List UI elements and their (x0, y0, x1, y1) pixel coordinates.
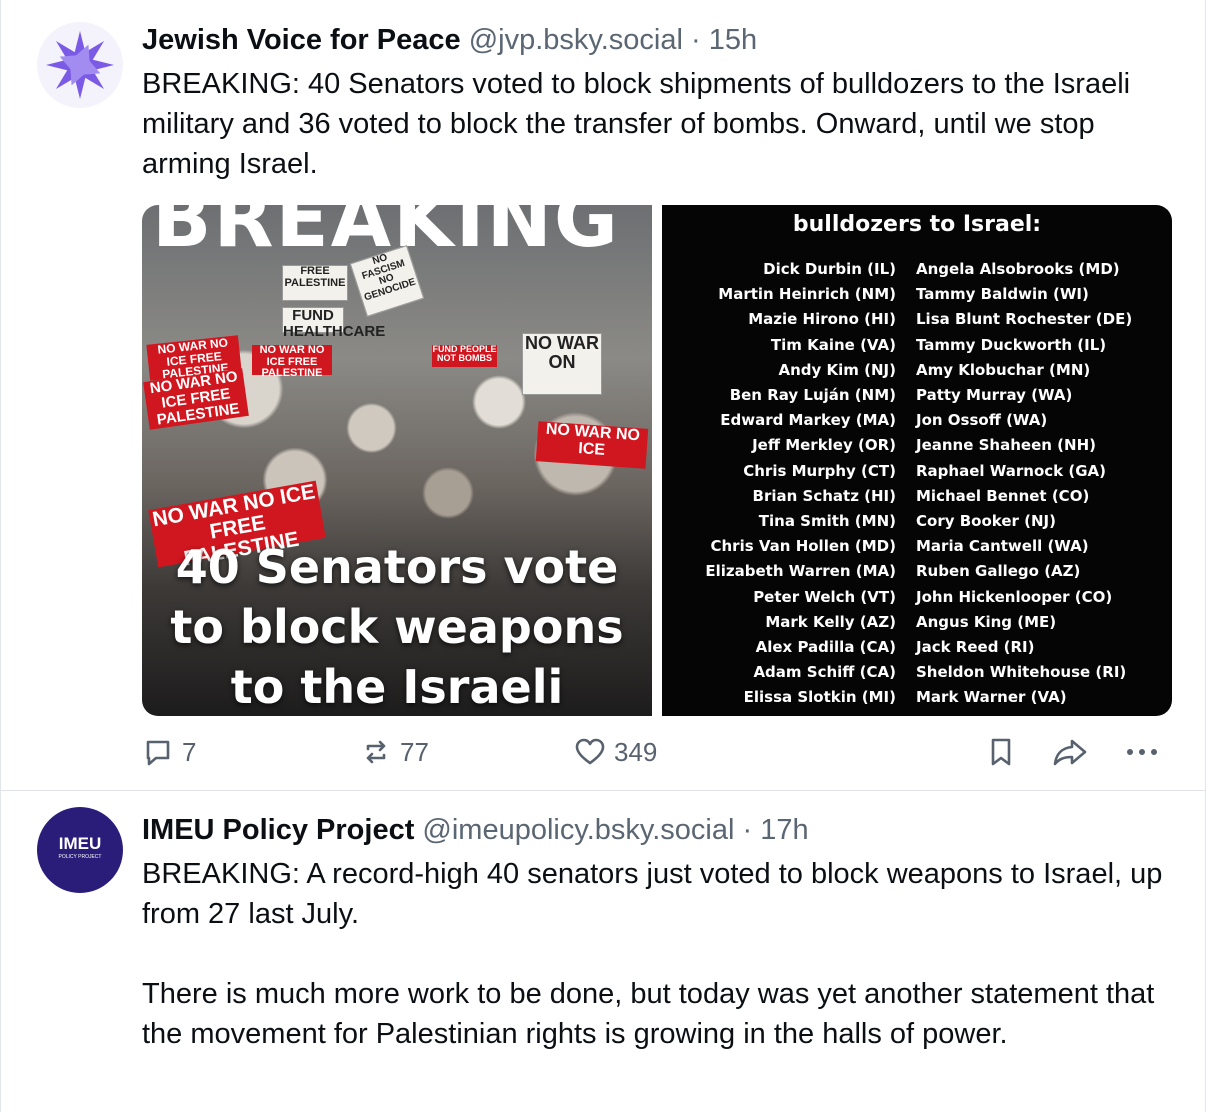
feed: Jewish Voice for Peace @jvp.bsky.social … (0, 0, 1206, 1112)
senators-right-column: Angela Alsobrooks (MD) Tammy Baldwin (WI)… (916, 257, 1166, 711)
more-options-button[interactable] (1124, 732, 1160, 772)
bookmark-icon (991, 738, 1011, 766)
post-imeu[interactable]: IMEU POLICY PROJECT IMEU Policy Project … (0, 791, 1206, 1112)
post-text: BREAKING: A record-high 40 senators just… (142, 858, 1163, 1050)
senator-name: Alex Padilla (CA) (755, 638, 896, 657)
senator-name: Jon Ossoff (WA) (916, 411, 1048, 430)
author-handle[interactable]: @imeupolicy.bsky.social (422, 814, 734, 846)
separator: · (691, 24, 701, 56)
post-time[interactable]: 17h (760, 814, 808, 846)
separator: · (742, 814, 753, 846)
post-media[interactable]: BREAKING NO WAR NO ICE FREE PALESTINE NO… (142, 205, 1172, 716)
author-handle[interactable]: @jvp.bsky.social (469, 24, 683, 56)
more-icon (1127, 749, 1157, 755)
senator-name: Jeanne Shaheen (NH) (916, 436, 1096, 455)
senator-name: Andy Kim (NJ) (778, 360, 897, 379)
protest-sign: FUND HEALTHCARE (282, 307, 386, 340)
post-text: BREAKING: 40 Senators voted to block shi… (142, 68, 1131, 180)
author-name[interactable]: IMEU Policy Project (142, 814, 414, 846)
bookmark-button[interactable] (986, 732, 1016, 772)
senator-name: Adam Schiff (CA) (753, 663, 896, 682)
post-time[interactable]: 15h (709, 24, 757, 56)
post-jvp[interactable]: Jewish Voice for Peace @jvp.bsky.social … (0, 0, 1206, 791)
senator-name: Amy Klobuchar (MN) (916, 360, 1091, 379)
senator-name: Jack Reed (RI) (916, 638, 1035, 657)
senator-name: Angela Alsobrooks (MD) (916, 260, 1120, 278)
senator-name: Martin Heinrich (NM) (718, 285, 896, 304)
like-button[interactable]: 349 (574, 732, 657, 772)
post-header: Jewish Voice for Peace @jvp.bsky.social … (142, 22, 757, 58)
post-header: IMEU Policy Project @imeupolicy.bsky.soc… (142, 812, 809, 848)
repost-button[interactable]: 77 (360, 732, 429, 772)
avatar-logo-text: IMEU (58, 834, 102, 853)
senator-name: Dick Durbin (IL) (763, 260, 896, 278)
senator-name: Ben Ray Luján (NM) (729, 386, 896, 405)
senator-name: Peter Welch (VT) (753, 587, 896, 606)
senator-name: Edward Markey (MA) (720, 411, 896, 430)
avatar[interactable]: IMEU POLICY PROJECT (37, 807, 123, 893)
senator-name: Maria Cantwell (WA) (916, 537, 1089, 556)
senator-name: Tina Smith (MN) (758, 512, 896, 531)
like-count: 349 (614, 736, 658, 767)
senator-name: Patty Murray (WA) (916, 386, 1073, 405)
protest-sign: NO WAR NO ICE FREE PALESTINE (252, 344, 332, 379)
list-title: bulldozers to Israel: (792, 212, 1042, 237)
senator-name: Sheldon Whitehouse (RI) (916, 663, 1127, 682)
senator-name: Lisa Blunt Rochester (DE) (916, 310, 1133, 329)
senator-name: Michael Bennet (CO) (916, 486, 1090, 505)
senator-name: Chris Van Hollen (MD) (710, 537, 897, 556)
repost-icon (366, 740, 386, 764)
share-button[interactable] (1052, 732, 1088, 772)
post-actions: 7 77 349 (142, 732, 1172, 772)
senator-name: Chris Murphy (CT) (743, 461, 896, 480)
senator-name: Angus King (ME) (916, 612, 1057, 631)
senator-name: Jeff Merkley (OR) (752, 436, 896, 455)
protest-sign: NO WAR ON (522, 333, 602, 395)
senator-name: John Hickenlooper (CO) (916, 587, 1113, 606)
author-name[interactable]: Jewish Voice for Peace (142, 24, 461, 56)
senator-name: Mazie Hirono (HI) (748, 310, 896, 329)
reply-button[interactable]: 7 (142, 732, 196, 772)
senator-name: Elizabeth Warren (MA) (705, 562, 896, 581)
senator-name: Brian Schatz (HI) (752, 486, 896, 505)
senators-list-image[interactable]: bulldozers to Israel: Dick Durbin (IL) Ma… (662, 205, 1172, 716)
senator-name: Elissa Slotkin (MI) (743, 688, 896, 707)
senator-name: Mark Warner (VA) (916, 688, 1067, 707)
protest-sign: NO WAR NO ICE (535, 421, 649, 469)
heart-icon (575, 738, 605, 765)
senator-name: Tammy Baldwin (WI) (916, 285, 1089, 304)
senator-name: Ruben Gallego (AZ) (916, 562, 1081, 581)
repost-count: 77 (400, 736, 429, 767)
senators-left-column: Dick Durbin (IL) Martin Heinrich (NM) Mazi… (662, 257, 896, 711)
protest-sign: FUND PEOPLE NOT BOMBS (432, 344, 497, 367)
avatar-logo-subtext: POLICY PROJECT (58, 854, 102, 860)
purple-star-icon (46, 31, 114, 99)
avatar[interactable] (37, 22, 123, 108)
reply-icon (146, 740, 170, 766)
senator-name: Raphael Warnock (GA) (916, 461, 1106, 480)
protest-sign: FREE PALESTINE (282, 265, 348, 301)
senator-name: Mark Kelly (AZ) (765, 612, 896, 631)
senator-name: Tim Kaine (VA) (770, 335, 896, 354)
protest-image[interactable]: BREAKING NO WAR NO ICE FREE PALESTINE NO… (142, 205, 652, 716)
reply-count: 7 (182, 736, 197, 767)
image-overlay-text: 40 Senators vote to block weapons to the… (170, 540, 624, 714)
senator-name: Cory Booker (NJ) (916, 512, 1056, 531)
senator-name: Tammy Duckworth (IL) (916, 335, 1107, 354)
share-icon (1053, 739, 1087, 766)
